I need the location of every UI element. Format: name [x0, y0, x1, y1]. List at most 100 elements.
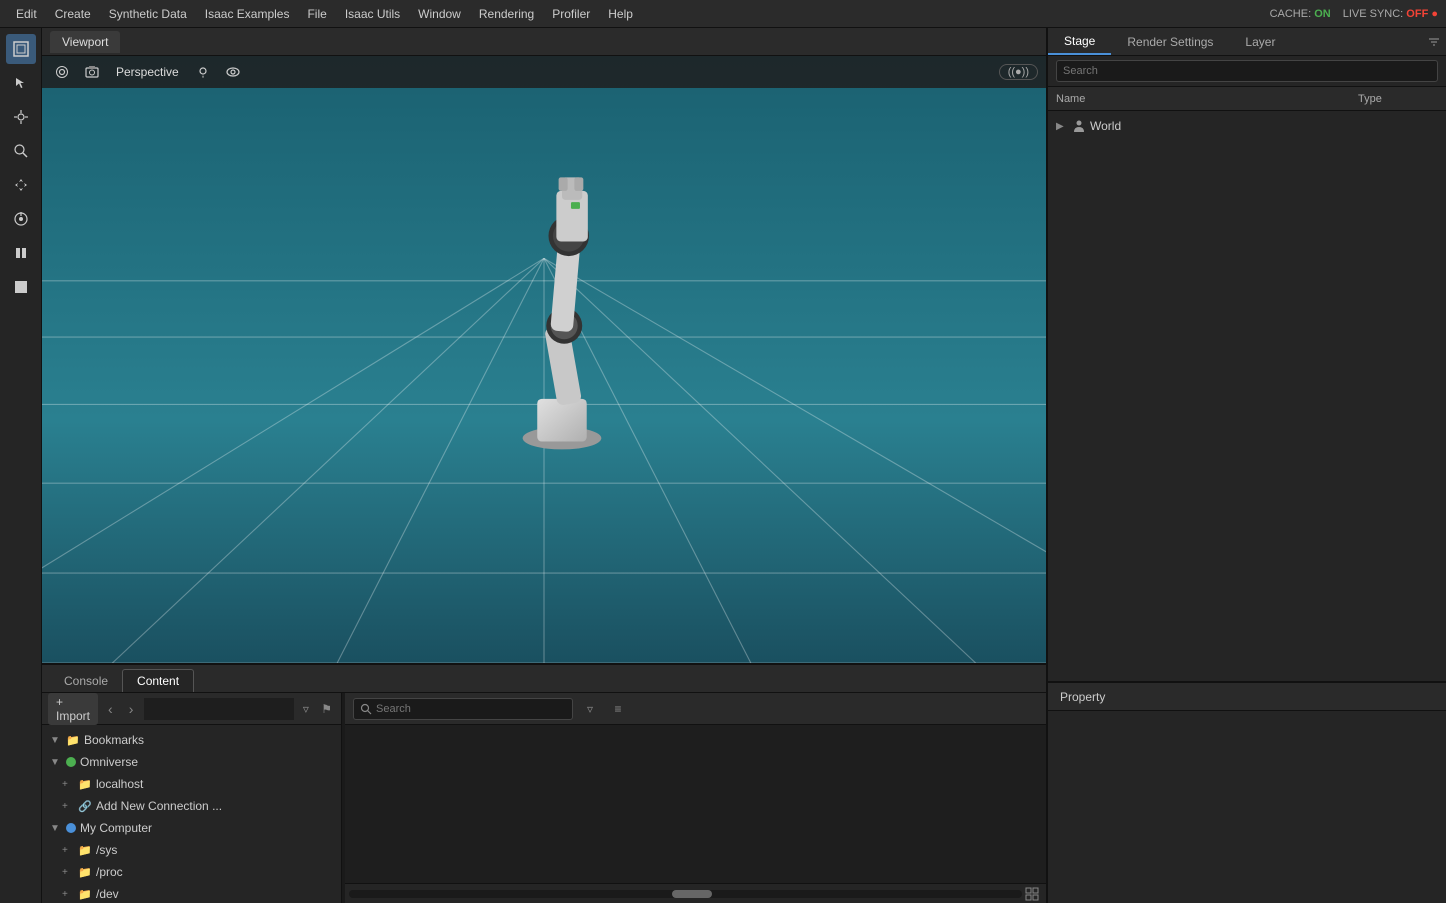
menu-bar: Edit Create Synthetic Data Isaac Example…	[0, 0, 1446, 28]
tree-item-omniverse[interactable]: ▼ Omniverse	[42, 751, 341, 773]
stage-col-type: Type	[1358, 93, 1438, 105]
bottom-tab-bar: Console Content	[42, 665, 1046, 693]
folder-icon: 📁	[78, 888, 92, 901]
camera-icon[interactable]	[80, 60, 104, 84]
menu-create[interactable]: Create	[47, 5, 99, 23]
bottom-panel: Console Content + Import ‹ › ▿ ⚑	[42, 663, 1046, 903]
tree-item-add-connection[interactable]: + 🔗 Add New Connection ...	[42, 795, 341, 817]
menu-file[interactable]: File	[299, 5, 334, 23]
property-section: Property	[1048, 683, 1446, 903]
expand-icon: +	[62, 867, 74, 878]
pin-tool-btn[interactable]	[6, 204, 36, 234]
zoom-tool-btn[interactable]	[6, 136, 36, 166]
menu-profiler[interactable]: Profiler	[544, 5, 598, 23]
tree-item-dev[interactable]: + 📁 /dev	[42, 883, 341, 903]
tree-item-label: /dev	[96, 887, 119, 901]
menu-help[interactable]: Help	[600, 5, 641, 23]
viewport-tab[interactable]: Viewport	[50, 31, 120, 53]
pause-tool-btn[interactable]	[6, 238, 36, 268]
content-grid-icon[interactable]: ≡	[607, 698, 629, 720]
tree-item-label: Omniverse	[80, 755, 138, 769]
cursor-tool-btn[interactable]	[6, 68, 36, 98]
property-content	[1048, 711, 1446, 903]
stage-filter-icon[interactable]	[1422, 28, 1446, 56]
left-toolbar	[0, 28, 42, 903]
cache-status: CACHE: ON	[1270, 8, 1331, 20]
content-tree: ▼ 📁 Bookmarks ▼ Omniverse +	[42, 725, 341, 903]
menu-window[interactable]: Window	[410, 5, 469, 23]
content-filter-icon[interactable]: ▿	[579, 698, 601, 720]
search-icon	[360, 703, 372, 715]
nav-forward-btn[interactable]: ›	[123, 698, 140, 720]
tree-item-proc[interactable]: + 📁 /proc	[42, 861, 341, 883]
move-tool-btn[interactable]	[6, 170, 36, 200]
stage-header: Name Type	[1048, 87, 1446, 111]
tree-item-label: /proc	[96, 865, 123, 879]
center-area: Viewport	[42, 28, 1046, 903]
menu-isaac-examples[interactable]: Isaac Examples	[197, 5, 298, 23]
content-browser-right: ▿ ≡	[345, 693, 1046, 903]
path-input[interactable]	[144, 698, 294, 720]
main-layout: Viewport	[0, 28, 1446, 903]
content-search-box[interactable]	[353, 698, 573, 720]
stage-tabs: Stage Render Settings Layer	[1048, 28, 1446, 56]
property-title: Property	[1060, 690, 1105, 704]
menu-rendering[interactable]: Rendering	[471, 5, 542, 23]
viewport-settings-btn[interactable]	[50, 60, 74, 84]
stage-search-input[interactable]	[1056, 60, 1438, 82]
stage-section: Stage Render Settings Layer Name	[1048, 28, 1446, 683]
tree-item-sys[interactable]: + 📁 /sys	[42, 839, 341, 861]
live-sync-value: OFF ●	[1406, 8, 1438, 20]
bookmark-icon[interactable]: ⚑	[318, 698, 335, 720]
tab-console[interactable]: Console	[50, 670, 122, 692]
stage-search-bar	[1048, 56, 1446, 87]
view-icon[interactable]	[221, 60, 245, 84]
scroll-track[interactable]	[349, 890, 1022, 898]
bottom-content-area: + Import ‹ › ▿ ⚑ ▼ 📁 Bookmarks	[42, 693, 1046, 903]
expand-icon: +	[62, 801, 74, 812]
viewport-scene	[42, 56, 1046, 663]
right-panel: Stage Render Settings Layer Name	[1046, 28, 1446, 903]
lighting-icon[interactable]	[191, 60, 215, 84]
person-icon	[1072, 119, 1086, 133]
tree-item-label: /sys	[96, 843, 117, 857]
content-scrollbar[interactable]	[345, 883, 1046, 903]
expand-icon: ▶	[1056, 121, 1068, 132]
tab-content[interactable]: Content	[122, 669, 194, 692]
broadcast-indicator: ((●))	[999, 64, 1038, 80]
collapse-icon: ▼	[50, 757, 62, 768]
folder-icon: 📁	[66, 734, 80, 747]
expand-icon: +	[62, 779, 74, 790]
stage-item-world[interactable]: ▶ World	[1048, 115, 1446, 137]
viewport-container[interactable]: Perspective ((●))	[42, 56, 1046, 663]
tree-item-bookmarks[interactable]: ▼ 📁 Bookmarks	[42, 729, 341, 751]
computer-status-dot	[66, 823, 76, 833]
omniverse-status-dot	[66, 757, 76, 767]
tab-stage[interactable]: Stage	[1048, 28, 1111, 55]
property-header: Property	[1048, 683, 1446, 711]
tab-layer[interactable]: Layer	[1229, 28, 1291, 55]
tree-item-localhost[interactable]: + 📁 localhost	[42, 773, 341, 795]
select-tool-btn[interactable]	[6, 34, 36, 64]
tab-render-settings[interactable]: Render Settings	[1111, 28, 1229, 55]
menu-synthetic-data[interactable]: Synthetic Data	[101, 5, 195, 23]
stage-col-name: Name	[1056, 93, 1334, 105]
viewport-section: Viewport	[42, 28, 1046, 663]
tree-item-my-computer[interactable]: ▼ My Computer	[42, 817, 341, 839]
scroll-thumb[interactable]	[672, 890, 712, 898]
collapse-icon: ▼	[50, 735, 62, 746]
stop-tool-btn[interactable]	[6, 272, 36, 302]
stage-tab-spacer	[1291, 28, 1422, 55]
grid-view-icon[interactable]	[1022, 884, 1042, 903]
filter-icon[interactable]: ▿	[298, 698, 315, 720]
nav-back-btn[interactable]: ‹	[102, 698, 119, 720]
stage-item-world-label: World	[1090, 119, 1121, 133]
folder-icon: 📁	[78, 866, 92, 879]
menu-edit[interactable]: Edit	[8, 5, 45, 23]
stage-content: ▶ World	[1048, 111, 1446, 681]
transform-tool-btn[interactable]	[6, 102, 36, 132]
perspective-label[interactable]: Perspective	[110, 63, 185, 81]
menu-isaac-utils[interactable]: Isaac Utils	[337, 5, 408, 23]
content-search-input[interactable]	[376, 703, 566, 715]
import-button[interactable]: + Import	[48, 693, 98, 725]
